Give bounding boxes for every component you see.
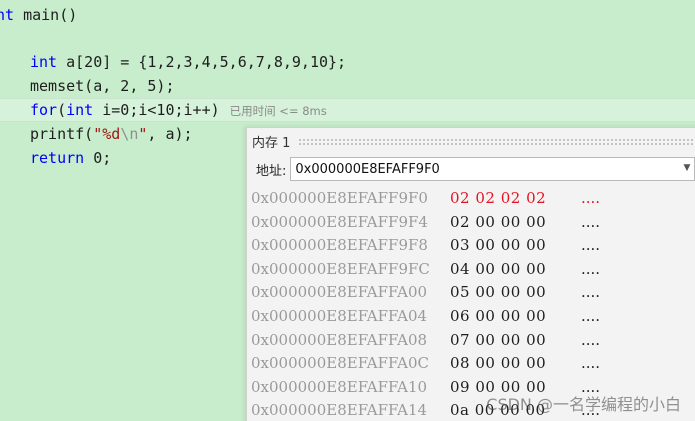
code-line-6[interactable]: printf("%d\n", a); (30, 122, 193, 146)
code-text: memset(a, 2, 5); (30, 77, 175, 95)
memory-ascii: .... (581, 259, 601, 278)
memory-address: 0x000000E8EFAFFA14 (251, 401, 428, 420)
keyword-token: nt (0, 6, 15, 24)
address-label: 地址: (256, 163, 287, 179)
memory-window-titlebar[interactable]: 内存 1 (247, 128, 695, 154)
memory-ascii: .... (581, 306, 601, 325)
memory-bytes[interactable]: 08 00 00 00 (450, 352, 546, 376)
memory-bytes[interactable]: 02 02 02 02 (450, 187, 546, 211)
memory-ascii: .... (581, 189, 601, 207)
elapsed-time-hint: 已用时间 <= 8ms (229, 104, 327, 118)
memory-row[interactable]: 0x000000E8EFAFF9FC 04 00 00 00.... (251, 258, 695, 282)
code-line-3[interactable]: int a[20] = {1,2,3,4,5,6,7,8,9,10}; (30, 50, 346, 74)
memory-window-title: 内存 1 (252, 135, 291, 151)
code-text: 0; (84, 149, 112, 167)
memory-row[interactable]: 0x000000E8EFAFF9F8 03 00 00 00.... (251, 234, 695, 258)
memory-address: 0x000000E8EFAFFA00 (251, 283, 428, 302)
code-text: a[20] = {1,2,3,4,5,6,7,8,9,10}; (57, 53, 347, 71)
chevron-down-icon[interactable]: ▼ (683, 163, 690, 173)
memory-ascii: .... (581, 354, 601, 373)
memory-row[interactable]: 0x000000E8EFAFFA00 05 00 00 00.... (251, 281, 695, 305)
code-line-4[interactable]: memset(a, 2, 5); (30, 74, 175, 98)
code-line-7[interactable]: return 0; (30, 146, 111, 170)
memory-ascii: .... (581, 283, 601, 302)
memory-address: 0x000000E8EFAFFA10 (251, 377, 428, 396)
code-text: printf( (30, 125, 94, 143)
memory-bytes[interactable]: 02 00 00 00 (450, 211, 546, 235)
string-token: "%d (93, 125, 121, 143)
drag-grip[interactable] (298, 137, 695, 145)
memory-row[interactable]: 0x000000E8EFAFF9F4 02 00 00 00.... (251, 211, 695, 235)
memory-address: 0x000000E8EFAFFA0C (251, 354, 430, 373)
memory-address: 0x000000E8EFAFF9F8 (251, 236, 428, 255)
keyword-token: int (66, 101, 94, 119)
address-bar: 地址: ▼ (247, 154, 695, 184)
memory-ascii: .... (581, 330, 601, 349)
escape-token: \n (120, 125, 139, 143)
memory-row[interactable]: 0x000000E8EFAFF9F0 02 02 02 02.... (251, 187, 695, 211)
memory-address: 0x000000E8EFAFF9FC (251, 259, 430, 278)
memory-bytes[interactable]: 06 00 00 00 (450, 305, 546, 329)
memory-address: 0x000000E8EFAFFA08 (251, 330, 428, 349)
memory-ascii: .... (581, 236, 601, 255)
memory-row[interactable]: 0x000000E8EFAFFA08 07 00 00 00.... (251, 329, 695, 353)
memory-row[interactable]: 0x000000E8EFAFFA04 06 00 00 00.... (251, 305, 695, 329)
code-text: i=0;i<10;i++) (93, 101, 220, 119)
keyword-token: int (30, 53, 58, 71)
address-input[interactable] (295, 161, 656, 177)
memory-row[interactable]: 0x000000E8EFAFFA0C 08 00 00 00.... (251, 352, 695, 376)
code-line-1[interactable]: nt main() (0, 3, 77, 27)
memory-bytes[interactable]: 05 00 00 00 (450, 281, 546, 305)
memory-bytes[interactable]: 07 00 00 00 (450, 329, 546, 353)
code-line-5[interactable]: for(int i=0;i<10;i++) 已用时间 <= 8ms (30, 98, 327, 122)
memory-window[interactable]: 内存 1 地址: ▼ 0x000000E8EFAFF9F0 02 02 02 02… (246, 127, 695, 421)
watermark: CSDN @一名学编程的小白 (486, 395, 681, 414)
memory-address: 0x000000E8EFAFFA04 (251, 306, 428, 325)
code-text: , a); (147, 125, 193, 143)
memory-bytes[interactable]: 03 00 00 00 (450, 234, 546, 258)
memory-address: 0x000000E8EFAFF9F0 (251, 189, 428, 207)
memory-ascii: .... (581, 212, 601, 231)
address-combobox[interactable]: ▼ (290, 157, 695, 181)
memory-grid[interactable]: 0x000000E8EFAFF9F0 02 02 02 02.... 0x00000… (251, 187, 695, 421)
code-text: ( (57, 101, 67, 119)
keyword-token: return (30, 149, 85, 167)
memory-bytes[interactable]: 04 00 00 00 (450, 258, 546, 282)
keyword-token: for (30, 101, 58, 119)
memory-address: 0x000000E8EFAFF9F4 (251, 212, 428, 231)
code-text: main() (14, 6, 78, 24)
